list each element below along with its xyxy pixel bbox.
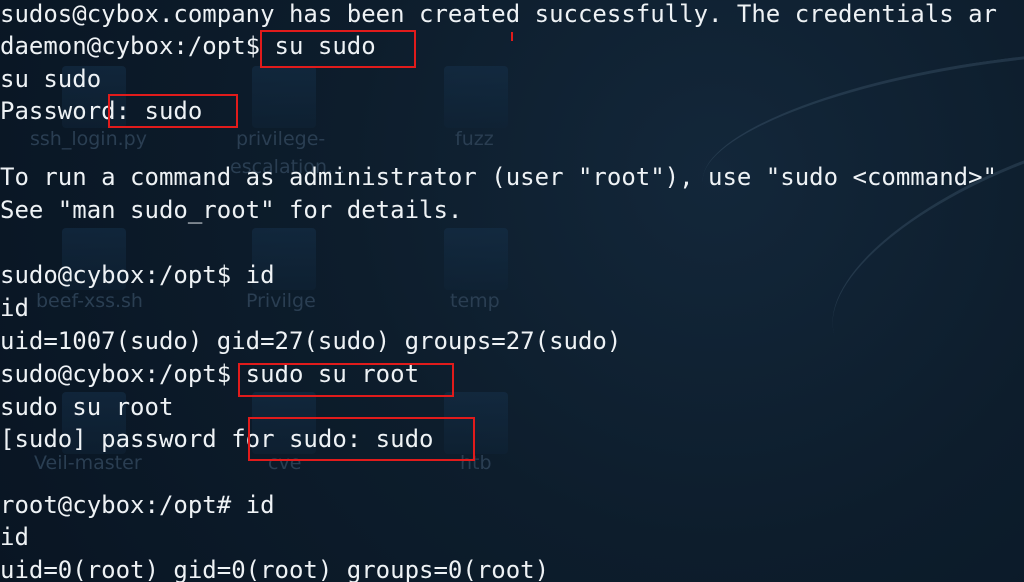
- terminal-line: su sudo: [0, 65, 102, 93]
- terminal-line: id: [0, 523, 29, 551]
- terminal-line: id: [0, 294, 29, 322]
- highlight-box: [108, 94, 238, 128]
- terminal-line: sudo su root: [0, 393, 174, 421]
- terminal-line: uid=1007(sudo) gid=27(sudo) groups=27(su…: [0, 327, 622, 355]
- highlight-box: [248, 417, 475, 461]
- highlight-box: [238, 363, 454, 397]
- terminal-line: uid=0(root) gid=0(root) groups=0(root): [0, 556, 550, 582]
- terminal-line: sudo@cybox:/opt$ id: [0, 261, 275, 289]
- terminal-line: To run a command as administrator (user …: [0, 163, 997, 191]
- desktop-screen: ssh_login.py privilege- escalation... fu…: [0, 0, 1024, 582]
- highlight-box: [260, 30, 416, 68]
- terminal-line: root@cybox:/opt# id: [0, 491, 275, 519]
- terminal-line: sudos@cybox.company has been created suc…: [0, 0, 997, 28]
- cursor-mark: [511, 32, 513, 41]
- terminal-line: See "man sudo_root" for details.: [0, 196, 463, 224]
- terminal-output[interactable]: sudos@cybox.company has been created suc…: [0, 0, 1024, 582]
